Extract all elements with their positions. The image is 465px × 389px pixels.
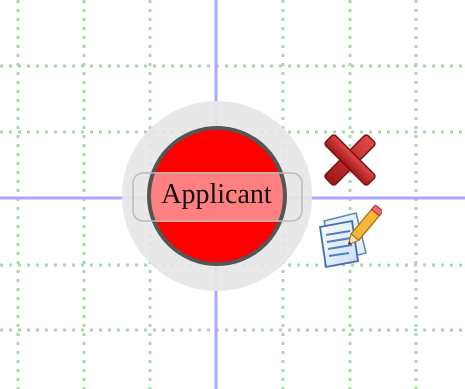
node-label-container: Applicant <box>130 159 303 231</box>
edit-button[interactable] <box>316 204 384 269</box>
red-x-icon <box>324 134 376 186</box>
delete-button[interactable] <box>318 128 382 192</box>
node-label[interactable]: Applicant <box>130 159 303 231</box>
diagram-canvas[interactable]: Applicant <box>0 0 465 389</box>
document-pencil-icon <box>318 204 384 269</box>
